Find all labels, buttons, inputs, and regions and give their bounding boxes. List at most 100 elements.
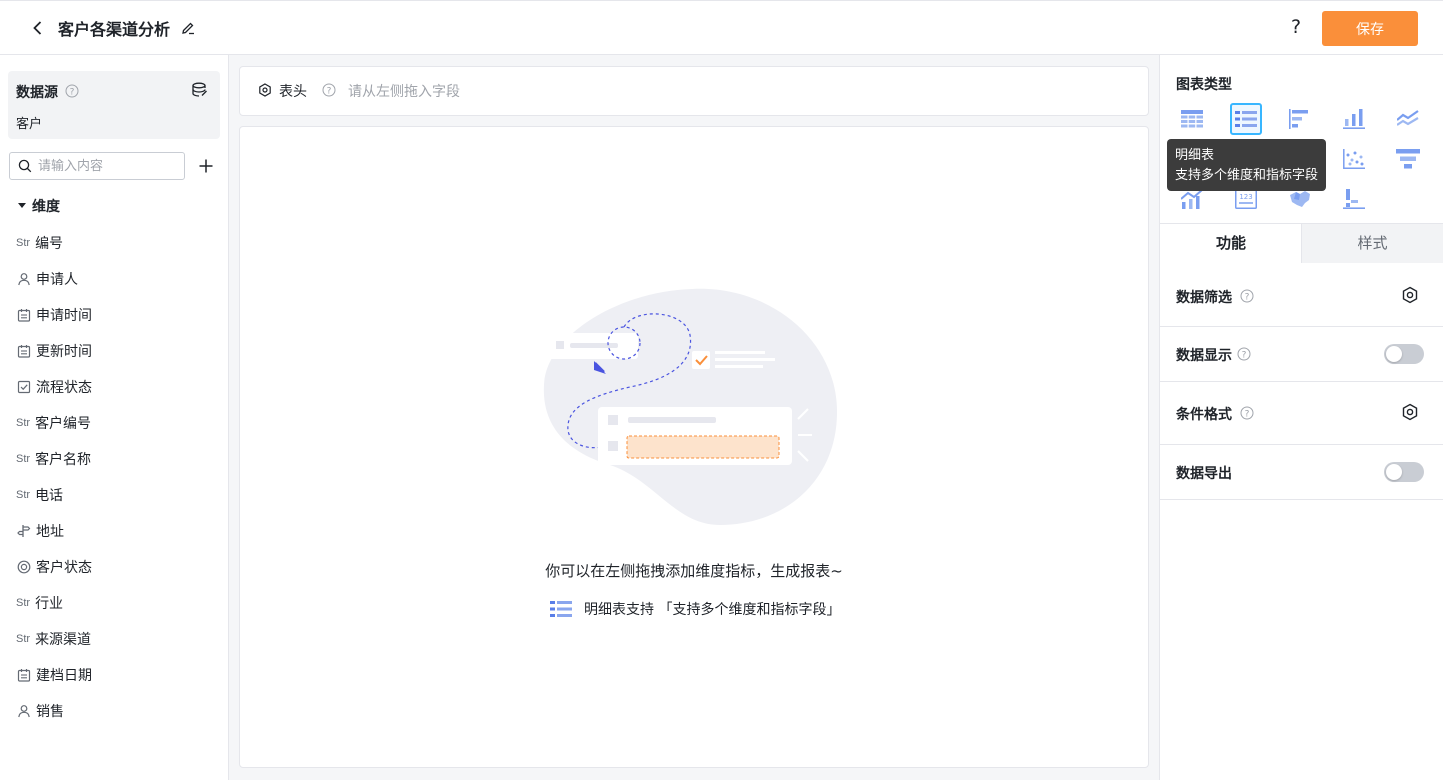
question-circle-icon[interactable]: ? xyxy=(65,84,79,98)
waterfall-chart-icon xyxy=(1343,189,1365,209)
settings-gear-icon[interactable] xyxy=(1401,403,1419,421)
dimension-field-label: 客户名称 xyxy=(35,452,92,468)
chart-type-waterfall[interactable] xyxy=(1338,183,1370,215)
dimension-field-label: 销售 xyxy=(36,704,64,720)
dimension-field-label: 客户编号 xyxy=(35,416,92,432)
help-icon[interactable]: ? xyxy=(1286,17,1306,37)
svg-text:123: 123 xyxy=(1239,193,1252,201)
field-search-input[interactable] xyxy=(38,156,178,176)
dimension-field-item[interactable]: 流程状态 xyxy=(0,369,228,405)
chart-type-detail-table[interactable] xyxy=(1230,103,1262,135)
option-data-filter: 数据筛选 ? xyxy=(1160,263,1443,327)
dimension-group-header[interactable]: 维度 xyxy=(18,196,60,216)
data-display-toggle[interactable] xyxy=(1384,344,1424,364)
dimension-field-item[interactable]: Str 电话 xyxy=(0,477,228,513)
dimension-field-item[interactable]: 建档日期 xyxy=(0,657,228,693)
option-label: 数据显示 xyxy=(1176,348,1232,364)
question-circle-icon[interactable]: ? xyxy=(1240,289,1254,303)
dimension-field-item[interactable]: Str 客户编号 xyxy=(0,405,228,441)
calendar-icon xyxy=(16,344,32,358)
dimension-field-list: Str 编号申请人申请时间更新时间流程状态 Str 客户编号 Str 客户名称 Str 电话地… xyxy=(0,225,228,729)
field-panel: 数据源 ? 客户 维度 Str编号申请人申请时间更新时间流程状态Str客户编号S… xyxy=(0,55,229,780)
line-chart-icon xyxy=(1397,110,1419,126)
chart-type-funnel[interactable] xyxy=(1392,143,1424,175)
add-field-icon[interactable] xyxy=(198,158,214,174)
number-card-icon: 123 xyxy=(1235,189,1257,209)
option-data-display: 数据显示 ? xyxy=(1160,327,1443,382)
option-label: 数据筛选 xyxy=(1176,290,1232,306)
string-type-icon: Str xyxy=(16,633,31,645)
empty-state-illustration xyxy=(543,288,838,525)
database-switch-icon[interactable] xyxy=(191,82,209,98)
dimension-field-item[interactable]: Str 客户名称 xyxy=(0,441,228,477)
dimension-field-item[interactable]: Str 来源渠道 xyxy=(0,621,228,657)
datasource-card: 数据源 ? 客户 xyxy=(8,71,220,139)
string-type-icon: Str xyxy=(16,417,31,429)
svg-text:?: ? xyxy=(70,88,75,98)
dimension-field-item[interactable]: 申请时间 xyxy=(0,297,228,333)
dimension-field-label: 申请时间 xyxy=(36,308,92,324)
option-data-export: 数据导出 xyxy=(1160,445,1443,500)
option-label: 数据导出 xyxy=(1176,466,1232,482)
table-header-dropzone[interactable]: 表头 ? 请从左侧拖入字段 xyxy=(239,66,1149,116)
config-panel: 图表类型 123 明细表 支持多个维度和指标字段 功能 样式 数据筛选 ? 数据… xyxy=(1159,55,1443,780)
datasource-value: 客户 xyxy=(16,117,43,132)
dimension-field-label: 申请人 xyxy=(36,272,78,288)
dimension-field-item[interactable]: 客户状态 xyxy=(0,549,228,585)
dimension-field-label: 行业 xyxy=(35,596,64,612)
back-arrow-icon[interactable] xyxy=(28,18,48,38)
table-chart-icon xyxy=(1181,110,1203,128)
data-export-toggle[interactable] xyxy=(1384,462,1424,482)
page-title: 客户各渠道分析 xyxy=(58,20,171,39)
detail-table-icon xyxy=(550,601,572,617)
dimension-field-item[interactable]: 更新时间 xyxy=(0,333,228,369)
chart-type-title: 图表类型 xyxy=(1176,77,1232,93)
dimension-field-label: 流程状态 xyxy=(36,380,92,396)
edit-pencil-icon[interactable] xyxy=(180,20,196,36)
caret-down-icon xyxy=(18,202,26,208)
dimension-group-label: 维度 xyxy=(32,199,60,215)
question-circle-icon[interactable]: ? xyxy=(1237,347,1251,361)
string-type-icon: Str xyxy=(16,453,31,465)
chart-type-table[interactable] xyxy=(1176,103,1208,135)
field-search-box[interactable] xyxy=(9,152,185,180)
calendar-icon xyxy=(16,308,32,322)
svg-text:?: ? xyxy=(1245,293,1250,303)
dimension-field-item[interactable]: Str 行业 xyxy=(0,585,228,621)
user-icon xyxy=(16,704,32,718)
address-signpost-icon xyxy=(16,524,32,538)
question-circle-icon[interactable]: ? xyxy=(322,83,336,97)
chart-type-line[interactable] xyxy=(1392,103,1424,135)
dimension-field-item[interactable]: Str 编号 xyxy=(0,225,228,261)
save-button[interactable]: 保存 xyxy=(1322,11,1418,46)
dimension-field-label: 更新时间 xyxy=(36,344,92,360)
report-canvas[interactable]: 你可以在左侧拖拽添加维度指标，生成报表~ 明细表支持 「支持多个维度和指标字段」 xyxy=(239,126,1149,768)
combo-chart-icon xyxy=(1181,189,1203,209)
svg-text:?: ? xyxy=(1242,351,1247,361)
map-chart-icon xyxy=(1290,191,1310,207)
empty-state-hint-text: 明细表支持 「支持多个维度和指标字段」 xyxy=(584,602,841,618)
table-header-label: 表头 xyxy=(279,84,307,100)
scatter-chart-icon xyxy=(1343,149,1365,169)
dimension-field-item[interactable]: 申请人 xyxy=(0,261,228,297)
string-type-icon: Str xyxy=(16,237,31,249)
dropzone-placeholder: 请从左侧拖入字段 xyxy=(348,84,460,100)
question-circle-icon[interactable]: ? xyxy=(1240,406,1254,420)
dimension-field-item[interactable]: 地址 xyxy=(0,513,228,549)
chart-type-scatter[interactable] xyxy=(1338,143,1370,175)
calendar-icon xyxy=(16,668,32,682)
detail-table-icon xyxy=(1235,111,1257,127)
tab-style[interactable]: 样式 xyxy=(1301,224,1443,263)
config-tabs: 功能 样式 xyxy=(1160,223,1443,263)
dimension-field-item[interactable]: 销售 xyxy=(0,693,228,729)
chart-type-bar-vertical[interactable] xyxy=(1338,103,1370,135)
tab-function[interactable]: 功能 xyxy=(1160,224,1302,263)
string-type-icon: Str xyxy=(16,489,31,501)
settings-gear-icon[interactable] xyxy=(258,83,272,97)
chart-type-bar-horizontal[interactable] xyxy=(1284,103,1316,135)
settings-gear-icon[interactable] xyxy=(1401,286,1419,304)
vertical-bar-chart-icon xyxy=(1343,109,1365,129)
empty-state-message: 你可以在左侧拖拽添加维度指标，生成报表~ xyxy=(545,562,843,580)
svg-text:?: ? xyxy=(327,87,332,97)
dimension-field-label: 电话 xyxy=(35,488,64,504)
